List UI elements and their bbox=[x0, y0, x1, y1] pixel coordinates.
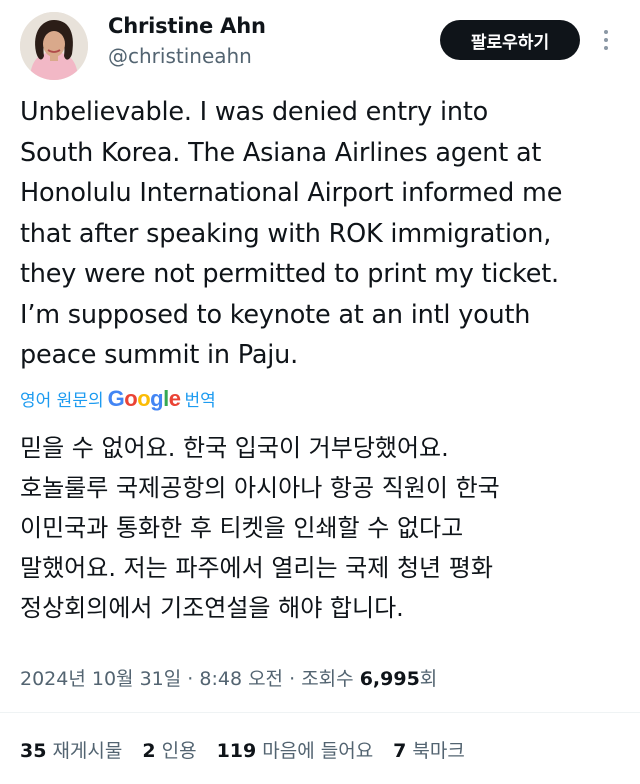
bookmarks-label: 북마크 bbox=[412, 740, 465, 762]
engagement-stats: 35 재게시물 2 인용 119 마음에 들어요 7 북마크 bbox=[20, 736, 465, 763]
tweet-line: South Korea. The Asiana Airlines agent a… bbox=[20, 137, 542, 168]
likes-stat[interactable]: 119 마음에 들어요 bbox=[217, 736, 374, 763]
tweet-line: Unbelievable. I was denied entry into bbox=[20, 97, 489, 127]
post-time[interactable]: 8:48 오전 bbox=[199, 668, 283, 690]
translated-line: 호놀룰루 국제공항의 아시아나 항공 직원이 한국 bbox=[20, 474, 500, 502]
quotes-count: 2 bbox=[142, 740, 156, 762]
views-count: 6,995 bbox=[359, 668, 420, 690]
likes-count: 119 bbox=[216, 740, 257, 762]
quotes-label: 인용 bbox=[161, 740, 197, 762]
reposts-label: 재게시물 bbox=[52, 740, 123, 762]
avatar[interactable] bbox=[20, 12, 88, 80]
tweet-meta: 2024년 10월 31일 · 8:48 오전 · 조회수 6,995회 bbox=[20, 664, 437, 691]
avatar-photo bbox=[20, 12, 88, 80]
meta-separator: · bbox=[289, 668, 296, 690]
tweet-text: Unbelievable. I was denied entry into So… bbox=[20, 92, 626, 376]
reposts-stat[interactable]: 35 재게시물 bbox=[20, 736, 122, 763]
translated-line: 이민국과 통화한 후 티켓을 인쇄할 수 없다고 bbox=[20, 514, 464, 542]
bookmarks-count: 7 bbox=[393, 740, 407, 762]
likes-label: 마음에 들어요 bbox=[262, 740, 374, 762]
translation-prefix: 영어 원문의 bbox=[20, 391, 104, 411]
translated-line: 정상회의에서 기조연설을 해야 합니다. bbox=[20, 594, 404, 622]
translation-link[interactable]: 영어 원문의 Google 번역 bbox=[20, 386, 216, 412]
author-name[interactable]: Christine Ahn bbox=[108, 14, 266, 38]
translation-suffix: 번역 bbox=[184, 391, 216, 411]
tweet-line: Honolulu International Airport informed … bbox=[20, 178, 563, 208]
tweet-line: I’m supposed to keynote at an intl youth bbox=[20, 299, 531, 330]
translated-text: 믿을 수 없어요. 한국 입국이 거부당했어요. 호놀룰루 국제공항의 아시아나… bbox=[20, 428, 626, 628]
translated-line: 말했어요. 저는 파주에서 열리는 국제 청년 평화 bbox=[20, 554, 493, 582]
more-dot bbox=[604, 38, 608, 42]
quotes-stat[interactable]: 2 인용 bbox=[142, 736, 196, 763]
reposts-count: 35 bbox=[20, 740, 47, 762]
follow-button[interactable]: 팔로우하기 bbox=[440, 20, 580, 60]
meta-separator: · bbox=[187, 668, 194, 690]
tweet-line: that after speaking with ROK immigration… bbox=[20, 218, 552, 249]
divider bbox=[0, 712, 640, 713]
more-vertical-icon[interactable] bbox=[598, 22, 614, 58]
translated-line: 믿을 수 없어요. 한국 입국이 거부당했어요. bbox=[20, 434, 449, 462]
views-unit: 회 bbox=[419, 668, 438, 690]
tweet-line: they were not permitted to print my tick… bbox=[20, 259, 559, 289]
more-dot bbox=[604, 30, 608, 34]
post-date[interactable]: 2024년 10월 31일 bbox=[20, 668, 181, 690]
author-handle[interactable]: @christineahn bbox=[108, 44, 252, 68]
google-logo: Google bbox=[107, 386, 181, 411]
tweet-line: peace summit in Paju. bbox=[20, 340, 298, 370]
bookmarks-stat[interactable]: 7 북마크 bbox=[393, 736, 465, 763]
more-dot bbox=[604, 46, 608, 50]
views-label: 조회수 bbox=[301, 668, 354, 690]
